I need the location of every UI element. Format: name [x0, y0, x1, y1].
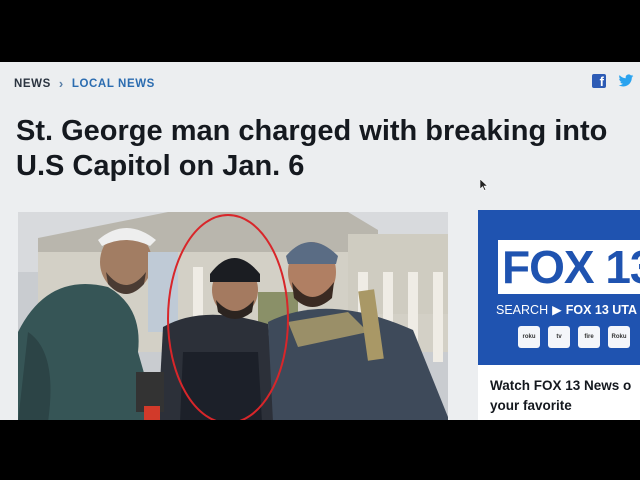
share-bar: f — [592, 74, 634, 89]
ad-search-target: FOX 13 UTA — [565, 302, 638, 317]
facebook-icon[interactable]: f — [592, 74, 606, 89]
ad-search-line[interactable]: SEARCH ▶ FOX 13 UTA — [496, 302, 638, 318]
breadcrumb: NEWS › LOCAL NEWS — [14, 76, 155, 91]
browser-screen: NEWS › LOCAL NEWS f St. George man charg… — [0, 62, 640, 420]
article-headline: St. George man charged with breaking int… — [16, 115, 608, 182]
fox13-logo: FOX 13 — [498, 240, 640, 294]
breadcrumb-local-news[interactable]: LOCAL NEWS — [72, 78, 155, 90]
ad-promo-text[interactable]: Watch FOX 13 News o your favorite — [490, 376, 640, 416]
article-photo[interactable] — [18, 212, 448, 420]
apple-tv-app-icon[interactable]: tv — [548, 326, 570, 348]
mouse-cursor-icon — [480, 179, 488, 191]
roku-app-icon[interactable]: roku — [518, 326, 540, 348]
roku-tv-app-icon[interactable]: Roku — [608, 326, 630, 348]
chevron-right-icon: › — [58, 76, 64, 91]
play-arrow-icon: ▶ — [552, 303, 562, 317]
ad-blue-panel: FOX 13 SEARCH ▶ FOX 13 UTA roku tv fire … — [478, 210, 640, 365]
twitter-icon[interactable] — [618, 74, 634, 88]
fox13-logo-text: FOX 13 — [502, 241, 640, 293]
streaming-app-icons: roku tv fire Roku — [518, 326, 630, 348]
fox13-ad[interactable]: FOX 13 SEARCH ▶ FOX 13 UTA roku tv fire … — [478, 210, 640, 420]
ad-search-label: SEARCH — [496, 302, 549, 317]
fire-tv-app-icon[interactable]: fire — [578, 326, 600, 348]
breadcrumb-news[interactable]: NEWS — [14, 78, 51, 90]
